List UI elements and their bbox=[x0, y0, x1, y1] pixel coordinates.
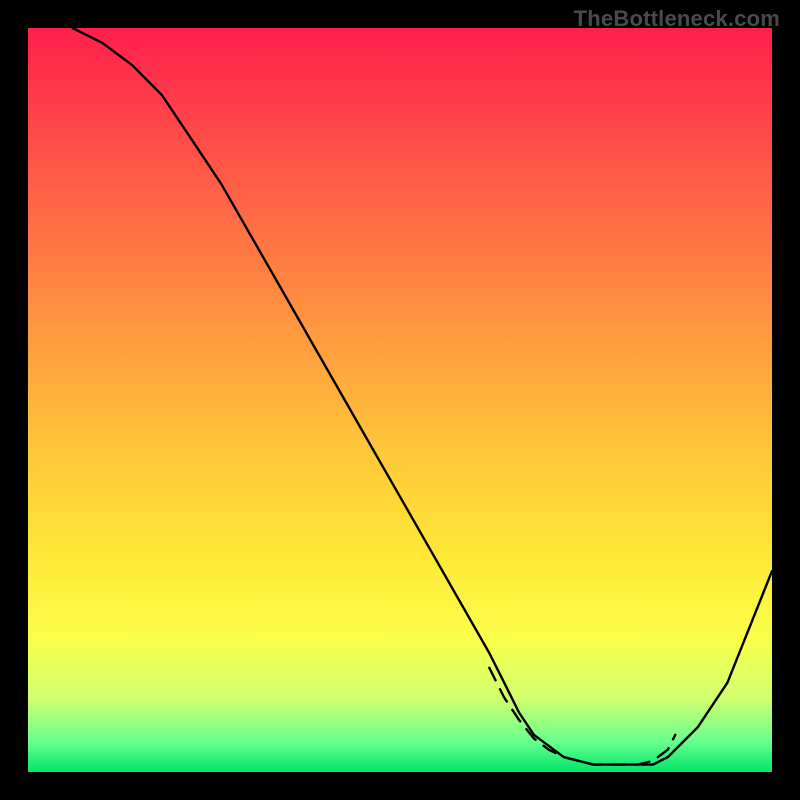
chart-frame: TheBottleneck.com bbox=[0, 0, 800, 800]
bottleneck-curve bbox=[73, 28, 772, 765]
trough-dashes bbox=[489, 668, 675, 765]
plot-area bbox=[28, 28, 772, 772]
chart-svg bbox=[28, 28, 772, 772]
